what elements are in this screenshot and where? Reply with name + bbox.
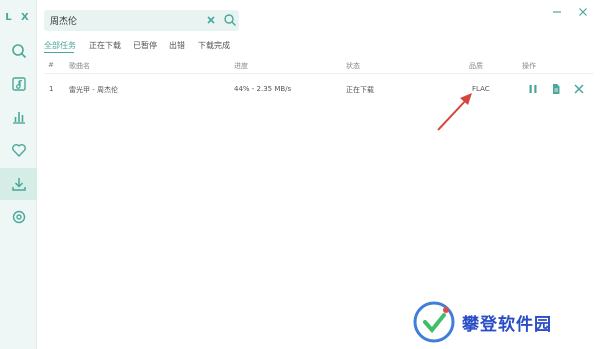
watermark: 攀登软件园 [412, 300, 592, 344]
active-tab-indicator [44, 52, 74, 53]
app-window: L X 周杰伦 全部任务 正在下载 已暂停 出错 下载完成 # 歌曲名 进度 状… [0, 0, 600, 349]
table-row[interactable]: 1 雷光甲 - 周杰伦 44% - 2.35 MB/s 正在下载 FLAC [44, 76, 594, 102]
search-submit-icon[interactable] [223, 13, 237, 27]
app-logo: L X [5, 12, 32, 23]
sidebar-item-settings[interactable] [0, 201, 37, 233]
file-icon [553, 84, 560, 94]
sidebar: L X [0, 0, 37, 349]
sidebar-item-leaderboard[interactable] [0, 101, 37, 133]
search-input[interactable]: 周杰伦 [50, 14, 77, 27]
table-header: # 歌曲名 进度 状态 品质 操作 [44, 56, 594, 74]
row-index: 1 [49, 85, 54, 93]
tab-paused[interactable]: 已暂停 [133, 40, 157, 51]
row-song-name: 雷光甲 - 周杰伦 [69, 86, 118, 94]
header-progress: 进度 [234, 62, 248, 70]
sidebar-item-favorites[interactable] [0, 134, 37, 166]
annotation-arrow [437, 93, 472, 131]
sidebar-item-song-list[interactable] [0, 68, 37, 100]
close-icon [574, 84, 584, 94]
header-quality: 品质 [469, 62, 483, 70]
tab-completed[interactable]: 下载完成 [198, 40, 230, 51]
watermark-logo-icon [413, 301, 455, 343]
heart-icon [11, 143, 26, 158]
tab-error[interactable]: 出错 [169, 40, 185, 51]
pause-icon [529, 85, 537, 93]
sidebar-item-search[interactable] [0, 35, 37, 67]
tab-all-tasks[interactable]: 全部任务 [44, 40, 76, 51]
search-box[interactable]: 周杰伦 [44, 10, 239, 31]
close-window-icon[interactable] [577, 6, 589, 18]
watermark-text: 攀登软件园 [462, 315, 552, 335]
header-status: 状态 [346, 62, 360, 70]
row-status: 正在下载 [346, 86, 374, 94]
minimize-icon[interactable] [551, 6, 563, 18]
header-song: 歌曲名 [69, 62, 90, 70]
music-note-icon [11, 77, 26, 91]
header-actions: 操作 [522, 62, 536, 70]
open-file-button[interactable] [549, 82, 563, 96]
sidebar-item-downloads[interactable] [0, 168, 37, 200]
header-index: # [48, 61, 54, 69]
clear-search-icon[interactable] [204, 13, 218, 27]
pause-button[interactable] [526, 82, 540, 96]
gear-icon [12, 210, 25, 224]
search-icon [11, 44, 26, 59]
row-progress: 44% - 2.35 MB/s [234, 85, 292, 93]
download-icon [11, 178, 26, 191]
bar-chart-icon [12, 112, 25, 124]
remove-button[interactable] [572, 82, 586, 96]
tab-downloading[interactable]: 正在下载 [89, 40, 121, 51]
